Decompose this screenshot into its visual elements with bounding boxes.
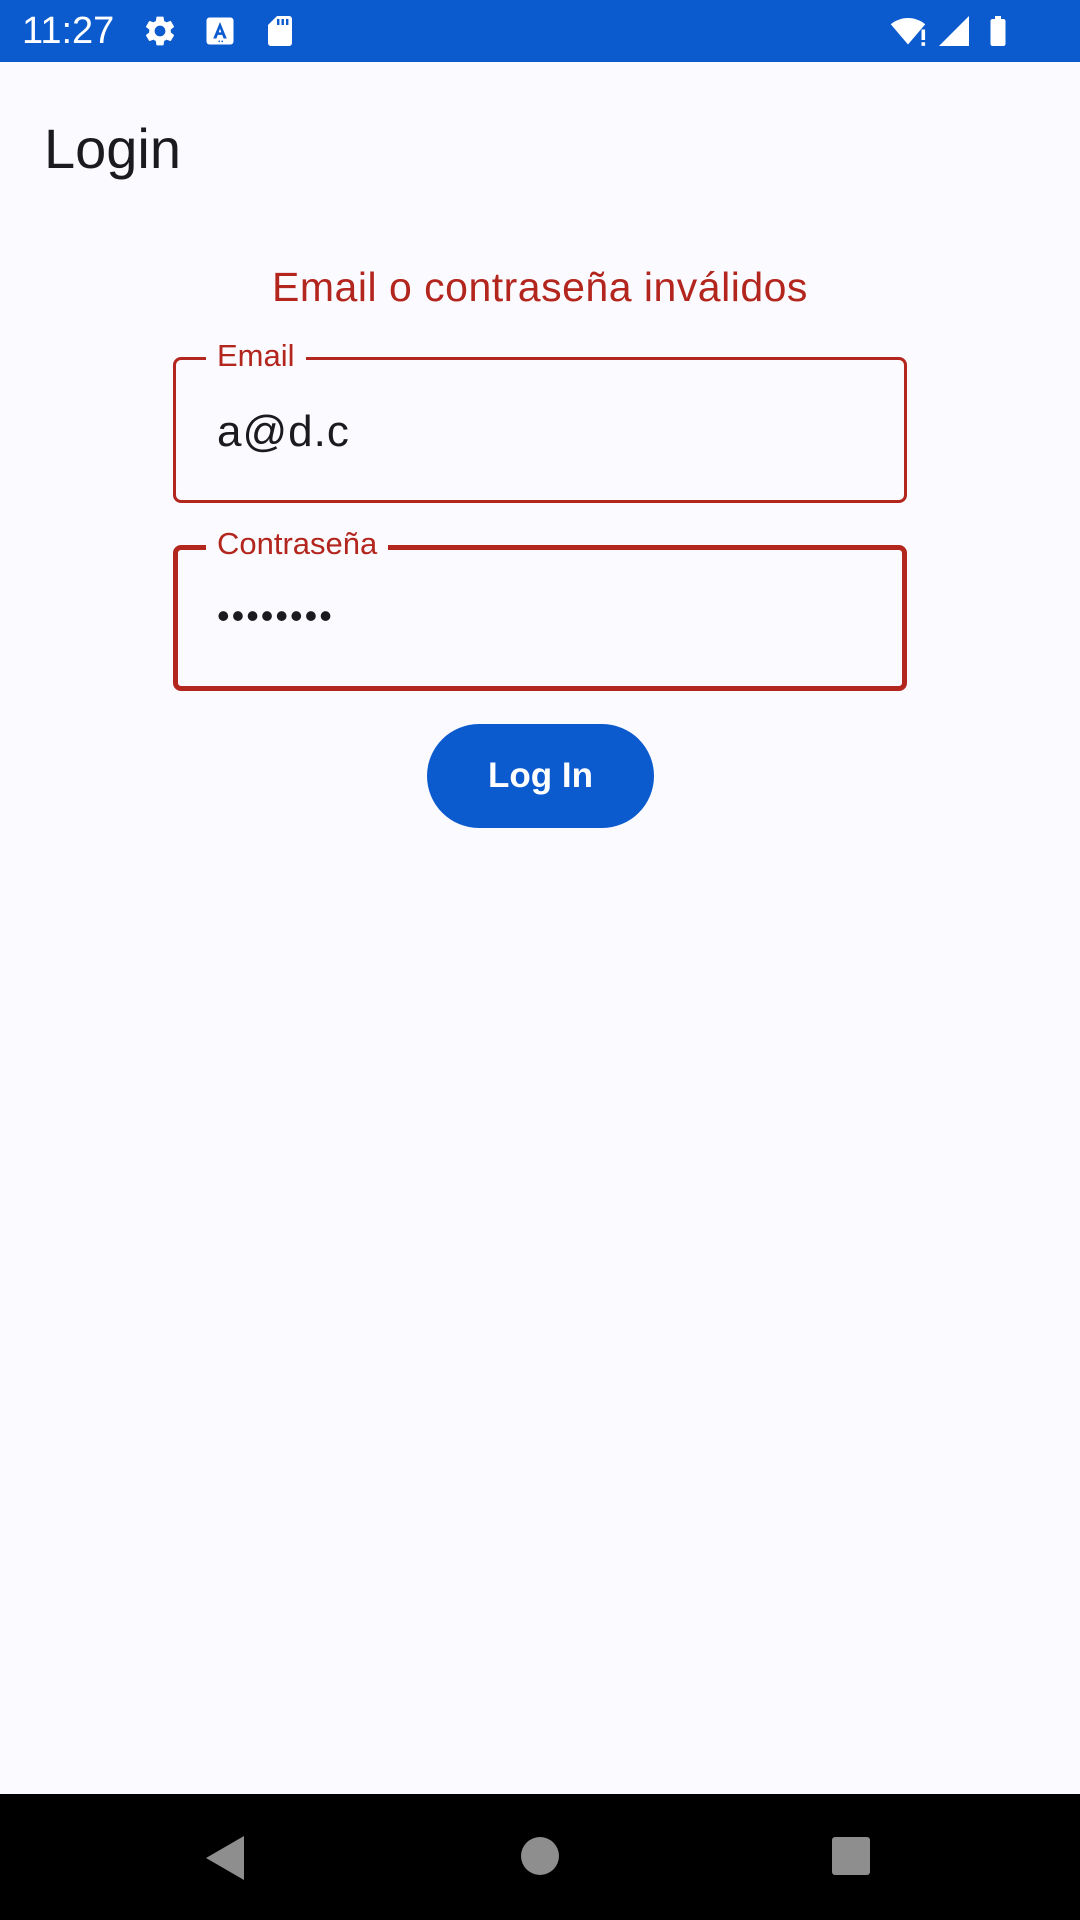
gear-icon [145,16,175,46]
status-bar: 11:27 [0,0,1080,62]
error-message: Email o contraseña inválidos [272,264,808,310]
page-title: Login [44,117,182,180]
navigation-bar [0,1794,1080,1920]
password-label: Contraseña [206,524,389,564]
login-button[interactable]: Log In [427,724,654,828]
password-value[interactable]: •••••••• [217,590,334,642]
email-field[interactable]: Email a@d.c [173,336,907,503]
wifi-alert-icon [890,17,926,46]
home-icon[interactable] [520,1836,560,1876]
sd-card-icon [268,16,292,46]
cell-signal-icon [939,16,969,46]
password-field[interactable]: Contraseña •••••••• [173,524,907,691]
back-icon[interactable] [204,1834,248,1882]
status-time: 11:27 [22,10,115,52]
battery-icon [990,16,1006,46]
recents-icon[interactable] [831,1836,871,1876]
email-value[interactable]: a@d.c [217,406,350,458]
email-label: Email [206,336,306,376]
text-a-icon [206,17,234,45]
